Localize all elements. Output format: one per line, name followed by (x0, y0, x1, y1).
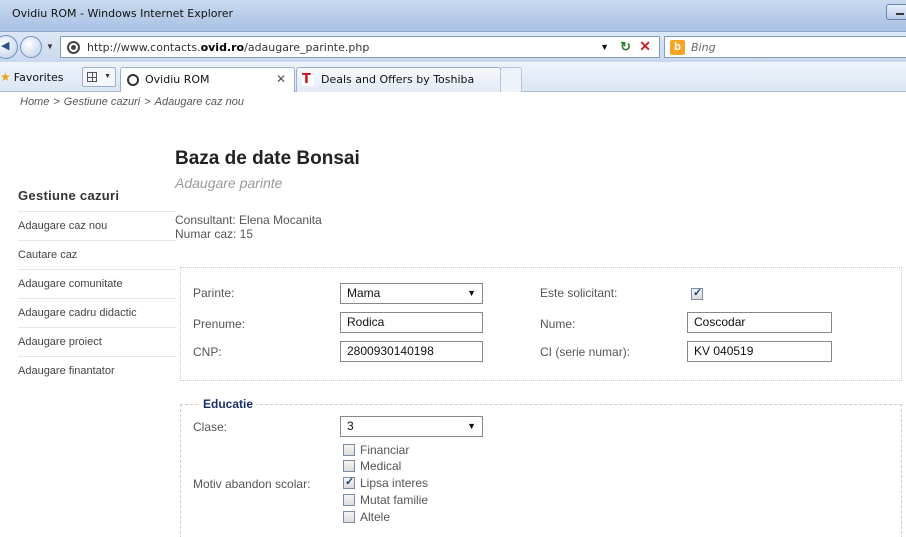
address-toolbar: ◀ ▼ http://www.contacts.ovid.ro/adaugare… (0, 32, 906, 62)
address-dropdown-icon[interactable]: ▼ (600, 42, 609, 52)
toshiba-favicon-icon: T (302, 73, 314, 86)
favorites-button[interactable]: ★ Favorites (0, 70, 63, 84)
stop-icon[interactable]: ✕ (639, 38, 651, 55)
sidebar-item-adaugare-proiect[interactable]: Adaugare proiect (18, 327, 176, 356)
tab-close-icon[interactable]: ✕ (276, 72, 286, 86)
history-dropdown-icon[interactable]: ▼ (46, 42, 54, 51)
clase-selected-value: 3 (347, 419, 354, 433)
refresh-icon[interactable]: ↻ (620, 39, 631, 55)
bing-icon: b (670, 40, 685, 55)
breadcrumb-section[interactable]: Gestiune cazuri (64, 96, 140, 108)
sidebar: Gestiune cazuri Adaugare caz nou Cautare… (18, 188, 176, 385)
nume-input[interactable]: Coscodar (687, 312, 832, 333)
nume-label: Nume: (540, 317, 576, 331)
tab-favicon-icon (127, 74, 139, 86)
sidebar-item-adaugare-cadru-didactic[interactable]: Adaugare cadru didactic (18, 298, 176, 327)
sidebar-title: Gestiune cazuri (18, 188, 120, 203)
address-url[interactable]: http://www.contacts.ovid.ro/adaugare_par… (87, 41, 369, 54)
clase-select[interactable]: 3 ▼ (340, 416, 483, 437)
quick-tabs-dropdown-icon[interactable]: ▼ (104, 73, 111, 80)
tab-toshiba-deals[interactable]: T Deals and Offers by Toshiba (296, 67, 501, 92)
mutat-familie-checkbox[interactable] (343, 494, 355, 506)
cnp-label: CNP: (193, 345, 222, 359)
address-bar[interactable]: http://www.contacts.ovid.ro/adaugare_par… (60, 36, 660, 58)
page-title: Baza de date Bonsai (175, 148, 360, 169)
breadcrumb: Home > Gestiune cazuri > Adaugare caz nou (20, 96, 244, 108)
lipsa-interes-checkbox[interactable] (343, 475, 355, 489)
sidebar-item-adaugare-finantator[interactable]: Adaugare finantator (18, 356, 176, 385)
star-icon: ★ (0, 70, 11, 84)
window-title: Ovidiu ROM - Windows Internet Explorer (12, 7, 234, 20)
financiar-checkbox[interactable] (343, 444, 355, 456)
forward-button[interactable] (20, 36, 42, 58)
search-placeholder: Bing (691, 41, 716, 54)
medical-checkbox[interactable] (343, 460, 355, 472)
site-favicon-icon (67, 41, 80, 54)
new-tab-button[interactable] (500, 67, 522, 92)
ci-input[interactable]: KV 040519 (687, 341, 832, 362)
quick-tabs-grid-icon (87, 72, 97, 82)
tab-ovidiu-rom[interactable]: Ovidiu ROM ✕ (120, 67, 295, 92)
chevron-down-icon: ▼ (467, 421, 476, 431)
sidebar-item-cautare-caz[interactable]: Cautare caz (18, 240, 176, 269)
sidebar-item-adaugare-comunitate[interactable]: Adaugare comunitate (18, 269, 176, 298)
prenume-input[interactable]: Rodica (340, 312, 483, 333)
chevron-down-icon: ▼ (467, 288, 476, 298)
educatie-legend: Educatie (200, 397, 257, 411)
breadcrumb-current: Adaugare caz nou (154, 96, 244, 108)
consultant-name: Consultant: Elena Mocanita (175, 213, 322, 227)
parinte-selected-value: Mama (347, 286, 381, 300)
sidebar-item-adaugare-caz-nou[interactable]: Adaugare caz nou (18, 211, 176, 240)
parinte-label: Parinte: (193, 286, 235, 300)
search-box[interactable]: b Bing (664, 36, 906, 58)
back-arrow-icon: ◀ (1, 40, 10, 52)
ci-label: CI (serie numar): (540, 345, 631, 359)
back-button[interactable]: ◀ (0, 35, 18, 59)
case-number: Numar caz: 15 (175, 227, 254, 241)
educatie-fieldset (180, 404, 902, 537)
case-info: Consultant: Elena Mocanita Numar caz: 15 (175, 213, 322, 241)
page-subtitle: Adaugare parinte (175, 175, 283, 191)
motiv-abandon-label: Motiv abandon scolar: (193, 477, 311, 491)
favorites-bar: ★ Favorites ▼ Ovidiu ROM ✕ T Deals and Of… (0, 62, 906, 92)
cnp-input[interactable]: 2800930140198 (340, 341, 483, 362)
prenume-label: Prenume: (193, 317, 246, 331)
altele-checkbox[interactable] (343, 511, 355, 523)
clase-label: Clase: (193, 420, 228, 434)
window-title-bar: Ovidiu ROM - Windows Internet Explorer (0, 0, 906, 32)
quick-tabs-button[interactable]: ▼ (82, 67, 116, 87)
breadcrumb-home[interactable]: Home (20, 96, 49, 108)
minimize-button[interactable] (886, 4, 906, 20)
solicitant-checkbox[interactable] (691, 286, 703, 300)
parinte-select[interactable]: Mama ▼ (340, 283, 483, 304)
solicitant-label: Este solicitant: (540, 286, 618, 300)
